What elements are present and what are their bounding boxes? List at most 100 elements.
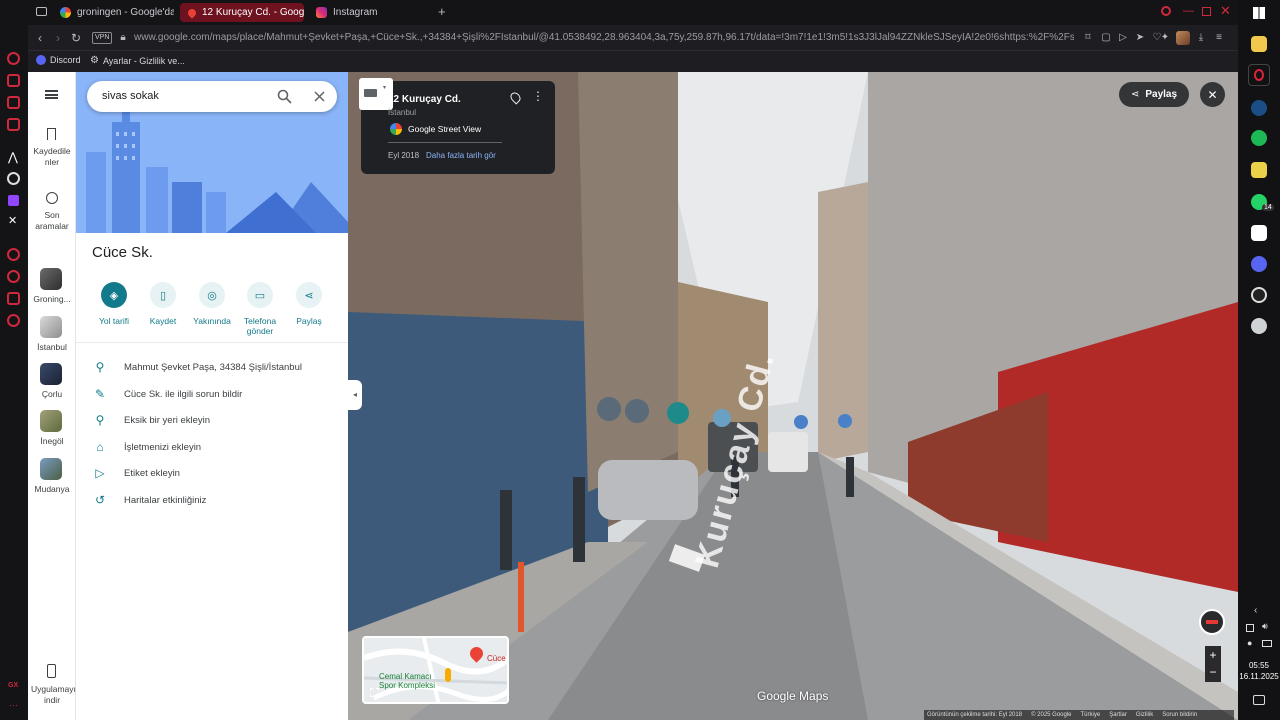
bookmark-page-icon[interactable]: ⌑ [1082,32,1094,44]
notes-app-icon[interactable] [1251,162,1267,178]
opera-gx-taskbar-icon[interactable] [1248,64,1270,86]
spotify-icon[interactable] [1251,130,1267,146]
more-dots-icon[interactable]: ··· [9,700,18,710]
recent-place-mudanya[interactable]: Mudanya [28,458,76,496]
history-icon[interactable] [7,248,20,261]
settings-icon[interactable] [7,314,20,327]
zoom-out-button[interactable]: − [1205,664,1221,682]
download-icon[interactable]: ⤓ [1195,32,1207,44]
recent-place-groningen[interactable]: Groning... [28,268,76,306]
menu-icon[interactable]: ≡ [1213,32,1225,44]
save-button[interactable]: ▯ Kaydet [138,282,188,326]
street-view[interactable]: Kuruçay Cd. ▾ 12 Kuruçay Cd. İstanbul ⋮ … [348,72,1238,720]
send-to-phone-button[interactable]: ▭ Telefona gönder [235,282,285,336]
maps-activity-row[interactable]: ↺ Haritalar etkinliğiniz [92,490,342,510]
profile-avatar[interactable] [1176,31,1190,45]
aria-icon[interactable] [7,52,20,65]
terms-link[interactable]: Şartlar [1109,712,1127,718]
notifications-icon[interactable] [1253,695,1265,705]
compass-control[interactable] [1199,609,1225,635]
share-button[interactable]: ⋖ Paylaş [284,282,334,326]
x-icon[interactable]: ✕ [8,214,17,227]
google-maps-watermark: Google Maps [757,689,829,703]
address-text: Mahmut Şevket Paşa, 34384 Şişli/İstanbul [124,361,302,373]
display-icon[interactable] [1262,640,1272,647]
player-icon[interactable]: ▷ [1117,32,1129,44]
clock-icon[interactable] [7,270,20,283]
tab-groningen[interactable]: groningen - Google'da Ar [52,3,174,22]
search-tabs-icon[interactable] [1161,6,1171,16]
add-business-row[interactable]: ⌂ İşletmenizi ekleyin [92,437,342,457]
discord-taskbar-icon[interactable] [1251,256,1267,272]
reload-button[interactable]: ↻ [69,31,83,45]
tab-instagram[interactable]: Instagram [308,3,428,22]
start-windows-icon[interactable] [1253,7,1265,19]
clock-time[interactable]: 05:55 [1238,661,1280,670]
search-input[interactable] [102,90,262,102]
volume-icon[interactable]: 🔊︎ [1262,621,1268,632]
collapse-panel-button[interactable]: ◂ [348,380,362,410]
microphone-icon[interactable]: ● [1247,638,1252,648]
recent-place-inegol[interactable]: İnegöl [28,410,76,448]
report-problem-link[interactable]: Sorun bildirin [1162,712,1197,718]
more-dates-link[interactable]: Daha fazla tarih gör [426,151,496,160]
close-street-view-button[interactable]: ✕ [1200,82,1225,107]
clear-search-icon[interactable] [314,91,325,102]
chatgpt-icon[interactable] [7,172,20,185]
bookmark-discord[interactable]: Discord [36,55,81,65]
location-pin-icon[interactable] [508,90,523,105]
expand-map-icon[interactable] [370,688,379,697]
search-icon[interactable] [277,89,292,104]
add-label-row[interactable]: ▷ Etiket ekleyin [92,463,342,483]
mini-map[interactable]: Cüce Cemal Kamacı Spor Kompleksi [362,636,509,704]
extensions-icon[interactable] [7,292,20,305]
report-issue-row[interactable]: ✎ Cüce Sk. ile ilgili sorun bildir [92,384,342,404]
gx-icon[interactable]: GX [8,682,18,689]
hamburger-menu-icon[interactable] [45,90,58,99]
app-icon[interactable] [1251,318,1267,334]
bookmark-settings[interactable]: ⚙ Ayarlar - Gizlilik ve... [90,55,185,66]
back-button[interactable]: ‹ [33,31,47,45]
aria-ai-icon[interactable]: ⋀ [8,150,18,164]
twitch-icon[interactable] [8,195,19,206]
more-options-icon[interactable]: ⋮ [532,89,544,103]
address-row[interactable]: ⚲ Mahmut Şevket Paşa, 34384 Şişli/İstanb… [92,357,342,377]
zoom-in-button[interactable]: + [1205,646,1221,664]
maximize-button[interactable] [1202,7,1211,16]
recent-button[interactable]: Son aramalar [28,190,76,234]
download-app-button[interactable]: Uygulamayı indir [28,664,76,708]
obs-icon[interactable] [1251,287,1267,303]
speed-dial-icon[interactable] [7,74,20,87]
file-explorer-icon[interactable] [1251,36,1267,52]
vpn-badge[interactable]: VPN [92,32,113,44]
add-missing-place-row[interactable]: ⚲ Eksik bir yeri ekleyin [92,410,342,430]
nearby-button[interactable]: ◎ Yakınında [187,282,237,326]
snapshot-icon[interactable]: ▢ [1100,32,1112,44]
messenger-icon[interactable] [7,96,20,109]
extensions-puzzle-icon[interactable]: ✦ [1159,32,1171,44]
privacy-link[interactable]: Gizlilik [1136,712,1153,718]
directions-button[interactable]: ◈ Yol tarifi [89,282,139,326]
share-street-view-button[interactable]: ⋖ Paylaş [1119,82,1189,107]
new-tab-button[interactable]: + [438,4,446,19]
chevron-left-icon[interactable]: ‹ [1254,605,1257,616]
google-favicon-icon [60,7,71,18]
recent-place-istanbul[interactable]: İstanbul [28,316,76,354]
forward-button[interactable]: › [51,31,65,45]
region-link[interactable]: Türkiye [1081,712,1101,718]
recent-place-corlu[interactable]: Çorlu [28,363,76,401]
url-field[interactable]: www.google.com/maps/place/Mahmut+Şevket+… [134,32,1074,43]
saved-button[interactable]: Kaydedilenler [28,126,76,170]
store-icon[interactable] [1251,225,1267,241]
close-window-button[interactable]: ✕ [1220,3,1231,19]
instagram-icon[interactable] [7,118,20,131]
clock-date[interactable]: 16.11.2025 [1238,672,1280,681]
search-box[interactable] [87,81,337,112]
send-icon[interactable]: ➤ [1134,32,1146,44]
workspaces-icon[interactable] [36,7,47,16]
maps-left-rail: Kaydedilenler Son aramalar Groning... İs… [28,72,76,720]
tab-maps[interactable]: 12 Kuruçay Cd. - Google [180,3,304,22]
minimize-button[interactable]: — [1183,5,1194,17]
steam-icon[interactable] [1251,100,1267,116]
phone-icon: ▭ [247,282,273,308]
